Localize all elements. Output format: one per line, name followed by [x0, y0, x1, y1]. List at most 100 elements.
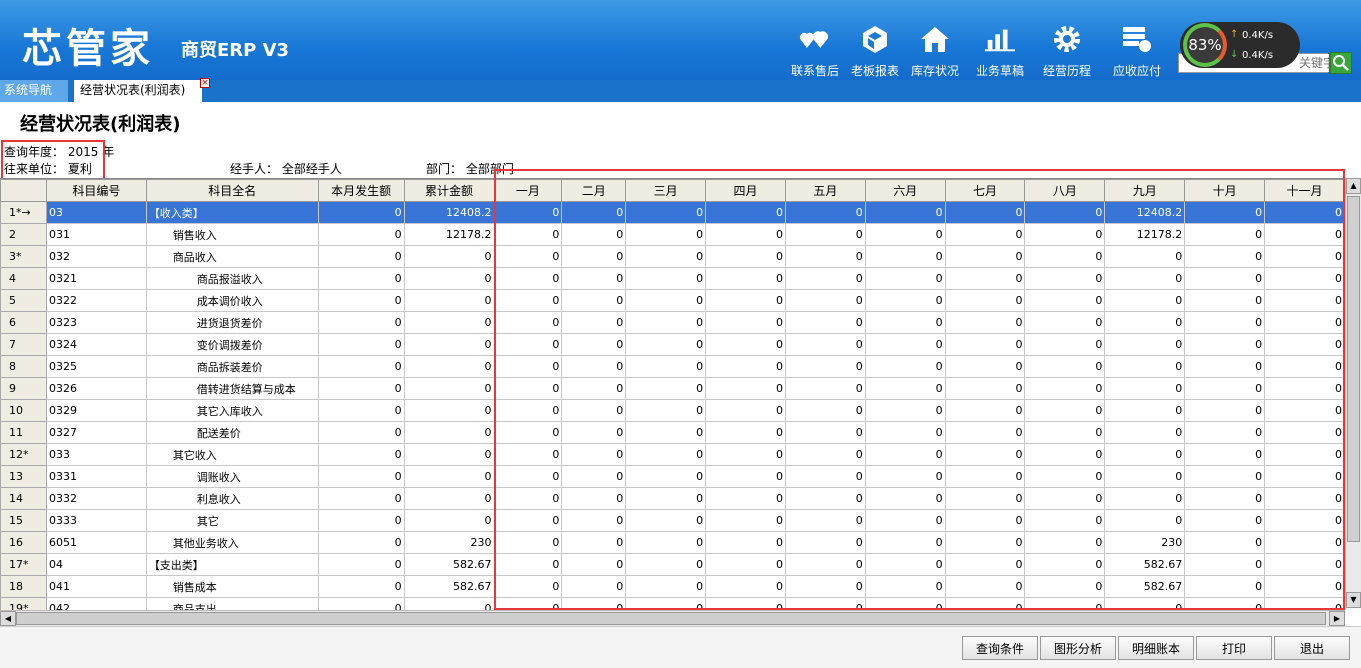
table-row[interactable]: 1*→ 03 【收入类】 0 12408.2 0 0 0 0 0 0 0 0 12408.2 0 0 — [0, 201, 1345, 224]
table-row[interactable]: 19* 042 商品支出 0 0 0 0 0 0 0 0 0 0 0 0 0 — [0, 597, 1345, 610]
nav-contact-support[interactable]: 联系售后 — [790, 24, 840, 80]
column-header[interactable]: 一月 — [493, 179, 563, 202]
table-row[interactable]: 12* 033 其它收入 0 0 0 0 0 0 0 0 0 0 0 0 0 — [0, 443, 1345, 466]
search-input[interactable] — [1299, 54, 1329, 72]
column-header[interactable]: 九月 — [1104, 179, 1186, 202]
month-value: 0 — [625, 245, 707, 268]
table-row[interactable]: 8 0325 商品拆装差价 0 0 0 0 0 0 0 0 0 0 0 0 0 — [0, 355, 1345, 378]
column-header[interactable]: 六月 — [864, 179, 946, 202]
column-header[interactable]: 本月发生额 — [317, 179, 405, 202]
query-conditions-button[interactable]: 查询条件 — [962, 636, 1038, 660]
row-number: 2 — [0, 223, 47, 246]
column-header[interactable]: 三月 — [625, 179, 707, 202]
column-header[interactable]: 七月 — [944, 179, 1026, 202]
month-value: 0 — [625, 267, 707, 290]
detail-ledger-button[interactable]: 明细账本 — [1118, 636, 1194, 660]
column-header[interactable]: 十月 — [1184, 179, 1266, 202]
bar-chart-icon — [984, 24, 1016, 54]
account-name: 配送差价 — [145, 421, 319, 444]
cumulative-amount: 582.67 — [403, 553, 495, 576]
table-row[interactable]: 15 0333 其它 0 0 0 0 0 0 0 0 0 0 0 0 0 — [0, 509, 1345, 532]
report-table: 科目编号 科目全名 本月发生额 累计金额 一月 二月 三月 四月 五月 六月 七月 八月 九月 十月 十一月… — [0, 179, 1345, 610]
nav-history[interactable]: 经营历程 — [1041, 24, 1093, 80]
month-value: 0 — [1184, 289, 1266, 312]
vertical-scroll-thumb[interactable] — [1347, 196, 1360, 542]
month-value: 0 — [493, 201, 563, 224]
month-value: 0 — [493, 399, 563, 422]
table-row[interactable]: 11 0327 配送差价 0 0 0 0 0 0 0 0 0 0 0 0 0 — [0, 421, 1345, 444]
column-header[interactable]: 累计金额 — [403, 179, 495, 202]
month-value: 0 — [864, 377, 946, 400]
scroll-left-icon[interactable]: ◀ — [0, 611, 16, 626]
month-value: 0 — [1104, 597, 1186, 610]
table-row[interactable]: 10 0329 其它入库收入 0 0 0 0 0 0 0 0 0 0 0 0 0 — [0, 399, 1345, 422]
row-number: 19* — [0, 597, 47, 610]
table-row[interactable]: 3* 032 商品收入 0 0 0 0 0 0 0 0 0 0 0 0 0 — [0, 245, 1345, 268]
search-button[interactable] — [1330, 52, 1352, 74]
month-value: 0 — [944, 289, 1026, 312]
exit-button[interactable]: 退出 — [1274, 636, 1350, 660]
nav-receivables[interactable]: 应收应付 — [1111, 24, 1163, 80]
current-month-amount: 0 — [317, 267, 405, 290]
column-header[interactable]: 五月 — [784, 179, 866, 202]
nav-label: 联系售后 — [790, 64, 839, 78]
month-value: 0 — [1264, 289, 1345, 312]
nav-drafts[interactable]: 业务草稿 — [975, 24, 1025, 80]
column-header[interactable]: 八月 — [1024, 179, 1106, 202]
month-value: 0 — [1024, 289, 1106, 312]
month-value: 0 — [625, 531, 707, 554]
scroll-down-icon[interactable]: ▼ — [1346, 592, 1361, 608]
month-value: 0 — [561, 201, 627, 224]
chart-analysis-button[interactable]: 图形分析 — [1040, 636, 1116, 660]
current-month-amount: 0 — [317, 245, 405, 268]
report-grid[interactable]: 科目编号 科目全名 本月发生额 累计金额 一月 二月 三月 四月 五月 六月 七月 八月 九月 十月 十一月… — [0, 178, 1345, 610]
column-header[interactable]: 二月 — [561, 179, 627, 202]
network-speed-widget[interactable]: 83% ↑ 0.4K/s ↓ 0.4K/s — [1180, 22, 1300, 68]
month-value: 0 — [625, 443, 707, 466]
print-button[interactable]: 打印 — [1196, 636, 1272, 660]
table-row[interactable]: 18 041 销售成本 0 582.67 0 0 0 0 0 0 0 0 582.67 0 0 — [0, 575, 1345, 598]
tab-system-nav[interactable]: 系统导航 — [0, 80, 68, 102]
row-number: 15 — [0, 509, 47, 532]
month-value: 0 — [944, 465, 1026, 488]
scroll-up-icon[interactable]: ▲ — [1346, 178, 1361, 194]
column-header[interactable]: 十一月 — [1264, 179, 1345, 202]
month-value: 0 — [561, 553, 627, 576]
nav-boss-report[interactable]: 老板报表 — [850, 24, 900, 80]
month-value: 0 — [1104, 487, 1186, 510]
table-row[interactable]: 6 0323 进货退货差价 0 0 0 0 0 0 0 0 0 0 0 0 0 — [0, 311, 1345, 334]
account-name: 商品拆装差价 — [145, 355, 319, 378]
month-value: 0 — [625, 201, 707, 224]
table-row[interactable]: 4 0321 商品报溢收入 0 0 0 0 0 0 0 0 0 0 0 0 0 — [0, 267, 1345, 290]
month-value: 0 — [944, 553, 1026, 576]
month-value: 0 — [1264, 553, 1345, 576]
column-header[interactable]: 科目全名 — [145, 179, 319, 202]
cumulative-amount: 12178.2 — [403, 223, 495, 246]
horizontal-scrollbar[interactable]: ◀ ▶ — [0, 610, 1345, 626]
month-value: 0 — [625, 465, 707, 488]
table-row[interactable]: 14 0332 利息收入 0 0 0 0 0 0 0 0 0 0 0 0 0 — [0, 487, 1345, 510]
table-row[interactable]: 5 0322 成本调价收入 0 0 0 0 0 0 0 0 0 0 0 0 0 — [0, 289, 1345, 312]
month-value: 582.67 — [1104, 553, 1186, 576]
row-number: 14 — [0, 487, 47, 510]
vertical-scrollbar[interactable]: ▲ ▼ — [1345, 178, 1361, 608]
month-value: 0 — [864, 223, 946, 246]
current-month-amount: 0 — [317, 333, 405, 356]
column-header[interactable]: 科目编号 — [45, 179, 147, 202]
column-header[interactable]: 四月 — [705, 179, 786, 202]
table-row[interactable]: 17* 04 【支出类】 0 582.67 0 0 0 0 0 0 0 0 582.67 0 0 — [0, 553, 1345, 576]
close-tab-icon[interactable]: × — [200, 78, 210, 88]
horizontal-scroll-thumb[interactable] — [16, 612, 1326, 625]
cumulative-amount: 0 — [403, 465, 495, 488]
table-row[interactable]: 9 0326 借转进货结算与成本 0 0 0 0 0 0 0 0 0 0 0 0 0 — [0, 377, 1345, 400]
tab-profit-statement[interactable]: 经营状况表(利润表) — [74, 80, 202, 102]
account-name: 其它入库收入 — [145, 399, 319, 422]
scroll-right-icon[interactable]: ▶ — [1329, 611, 1345, 626]
nav-inventory[interactable]: 库存状况 — [910, 24, 960, 80]
table-row[interactable]: 2 031 销售收入 0 12178.2 0 0 0 0 0 0 0 0 12178.2 0 0 — [0, 223, 1345, 246]
table-row[interactable]: 16 6051 其他业务收入 0 230 0 0 0 0 0 0 0 0 230 0 0 — [0, 531, 1345, 554]
table-row[interactable]: 7 0324 变价调拨差价 0 0 0 0 0 0 0 0 0 0 0 0 0 — [0, 333, 1345, 356]
cumulative-amount: 0 — [403, 267, 495, 290]
table-row[interactable]: 13 0331 调账收入 0 0 0 0 0 0 0 0 0 0 0 0 0 — [0, 465, 1345, 488]
column-header[interactable] — [0, 179, 47, 202]
